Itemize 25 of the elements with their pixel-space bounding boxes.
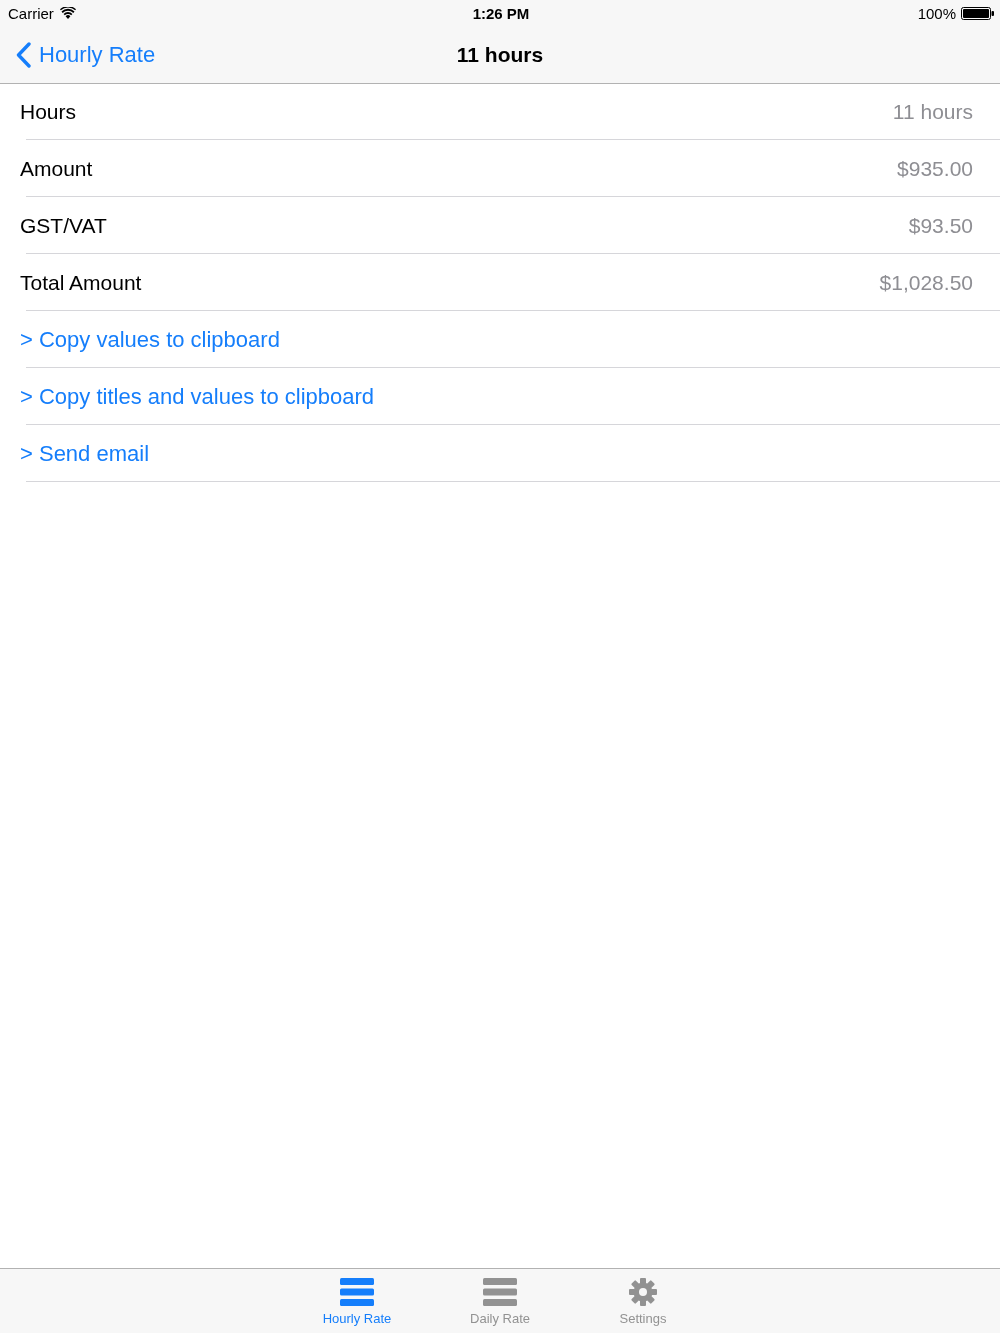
tab-item[interactable]: Daily Rate xyxy=(428,1269,572,1333)
action-link[interactable]: > Copy titles and values to clipboard xyxy=(20,384,375,410)
battery-percent: 100% xyxy=(917,4,956,22)
list-icon xyxy=(483,1278,517,1306)
list-icon xyxy=(340,1278,374,1306)
battery-icon xyxy=(961,6,994,20)
chevron-icon xyxy=(16,41,31,68)
tab-item[interactable]: Settings xyxy=(571,1269,715,1333)
row-value: 11 hours xyxy=(892,100,973,124)
back-button[interactable]: Hourly Rate xyxy=(0,41,156,68)
row-value: $1,028.50 xyxy=(879,271,973,295)
status-time: 1:26 PM xyxy=(472,4,530,22)
nav-title: 11 hours xyxy=(456,42,544,67)
action-link[interactable]: > Send email xyxy=(20,441,150,467)
settings-icon xyxy=(629,1278,657,1306)
row-label: Total Amount xyxy=(20,271,142,295)
row-label: Amount xyxy=(20,157,93,181)
row-label: Hours xyxy=(20,100,77,124)
action-link[interactable]: > Copy values to clipboard xyxy=(20,327,280,353)
row-value: $935.00 xyxy=(897,157,973,181)
row-label: GST/VAT xyxy=(20,214,107,238)
row-value: $93.50 xyxy=(908,214,973,238)
tab-item[interactable]: Hourly Rate xyxy=(285,1269,429,1333)
carrier-label: Carrier xyxy=(8,4,54,22)
wifi-icon xyxy=(59,7,76,19)
